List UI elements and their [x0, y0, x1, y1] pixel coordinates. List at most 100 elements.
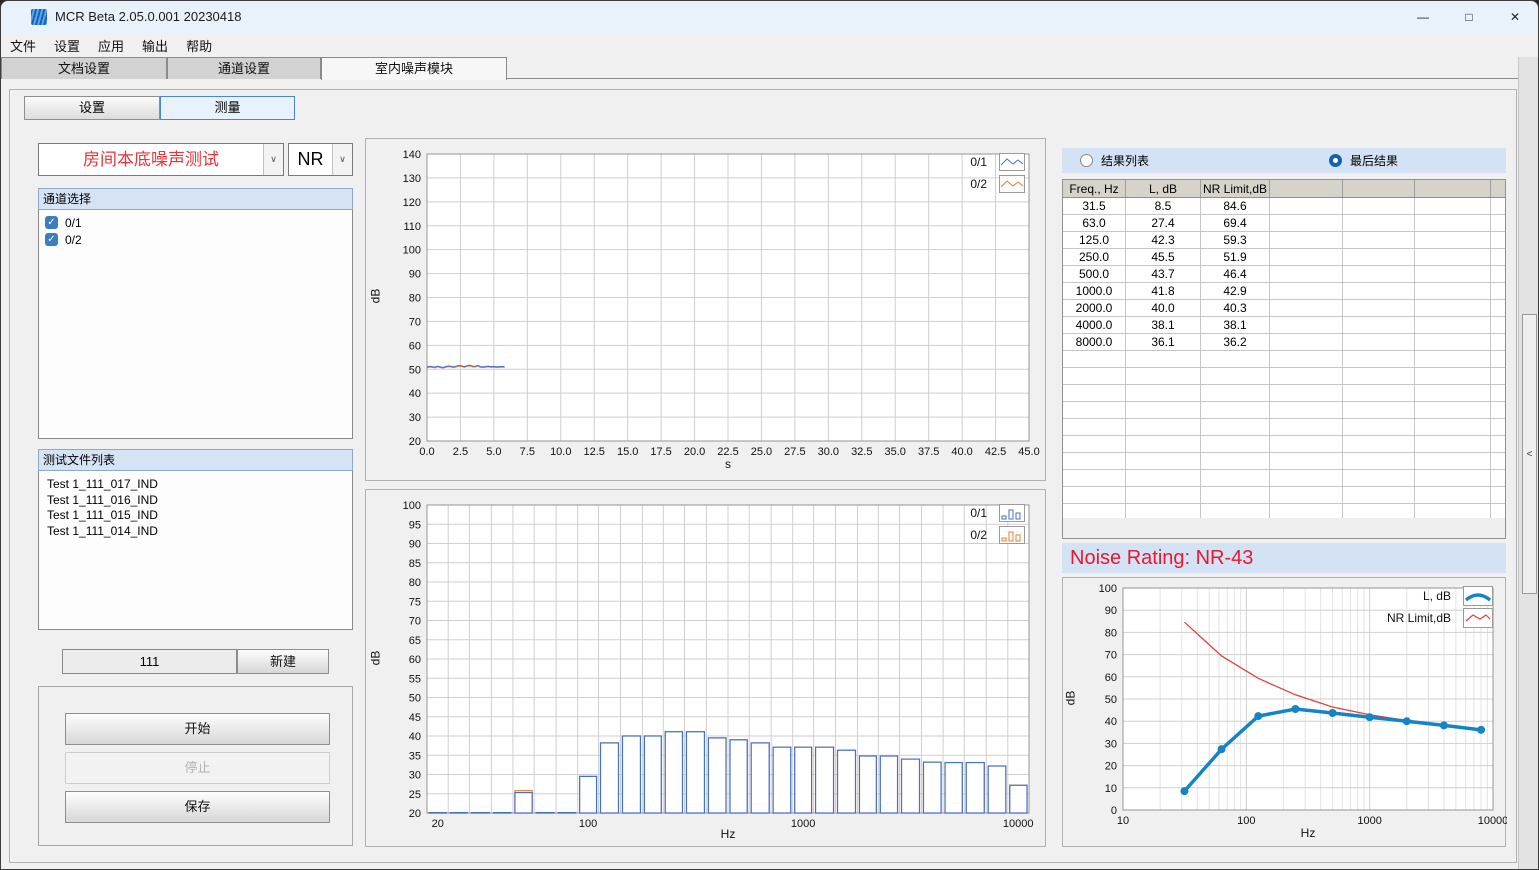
test-file-item[interactable]: Test 1_111_014_IND: [39, 524, 352, 540]
svg-text:70: 70: [409, 616, 421, 628]
table-cell: [1343, 215, 1415, 231]
nr-chart-legend: L, dB NR Limit,dB: [1387, 586, 1493, 627]
table-cell: [1201, 368, 1270, 384]
subtab-settings[interactable]: 设置: [24, 96, 160, 120]
table-cell: 8.5: [1126, 198, 1201, 214]
svg-text:80: 80: [409, 293, 421, 305]
table-row: 4000.038.138.1: [1063, 317, 1505, 334]
table-cell: [1201, 453, 1270, 469]
test-file-item[interactable]: Test 1_111_017_IND: [39, 477, 352, 493]
last-result-radio[interactable]: [1329, 154, 1342, 167]
table-cell: [1491, 317, 1505, 333]
table-cell: [1270, 283, 1343, 299]
table-cell: [1343, 317, 1415, 333]
table-cell: [1126, 402, 1201, 418]
table-cell: [1491, 419, 1505, 435]
bar-series-icon: [999, 504, 1025, 522]
svg-text:85: 85: [409, 558, 421, 570]
svg-text:25: 25: [409, 789, 421, 801]
file-name-input[interactable]: [62, 649, 237, 674]
test-type-select[interactable]: 房间本底噪声测试 ∨: [38, 143, 284, 176]
table-cell: 125.0: [1063, 232, 1126, 248]
table-cell: [1063, 470, 1126, 486]
table-cell: [1491, 385, 1505, 401]
channel-item[interactable]: ✓ 0/2: [39, 231, 352, 248]
svg-text:80: 80: [409, 577, 421, 589]
svg-text:55: 55: [409, 673, 421, 685]
menu-item-4[interactable]: 输出: [133, 33, 177, 58]
table-cell: [1491, 266, 1505, 282]
table-cell: [1270, 351, 1343, 367]
minimize-button[interactable]: —: [1400, 1, 1446, 33]
menu-item-2[interactable]: 设置: [45, 33, 89, 58]
nr-chart-ylabel: dB: [1063, 691, 1077, 706]
table-cell: [1270, 368, 1343, 384]
table-cell: [1415, 368, 1491, 384]
maximize-button[interactable]: □: [1446, 1, 1492, 33]
table-row: 500.043.746.4: [1063, 266, 1505, 283]
thick-line-series-icon: [1463, 586, 1493, 606]
tab-1[interactable]: 文档设置: [1, 57, 167, 79]
results-list-radio[interactable]: [1080, 154, 1093, 167]
rating-type-select[interactable]: NR ∨: [288, 143, 353, 176]
table-cell: 1000.0: [1063, 283, 1126, 299]
table-cell: 38.1: [1126, 317, 1201, 333]
test-file-list[interactable]: Test 1_111_017_INDTest 1_111_016_INDTest…: [38, 471, 353, 630]
chart-canvas: 2025303540455055606570758085909510020100…: [366, 490, 1047, 848]
menu-item-1[interactable]: 文件: [1, 33, 45, 58]
test-type-value: 房间本底噪声测试: [39, 144, 263, 175]
svg-text:90: 90: [1105, 605, 1117, 617]
new-button[interactable]: 新建: [237, 649, 329, 674]
table-cell: [1270, 300, 1343, 316]
collapse-panel-handle[interactable]: <: [1522, 314, 1537, 594]
chevron-down-icon[interactable]: ∨: [263, 144, 283, 175]
table-row: [1063, 487, 1505, 504]
table-cell: [1491, 351, 1505, 367]
table-header-cell: NR Limit,dB: [1201, 180, 1270, 197]
save-button[interactable]: 保存: [65, 791, 330, 823]
window-controls: — □ ✕: [1400, 1, 1538, 33]
start-button[interactable]: 开始: [65, 713, 330, 745]
svg-text:50: 50: [1105, 694, 1117, 706]
channel-label: 0/2: [65, 233, 82, 247]
legend-label: NR Limit,dB: [1387, 611, 1451, 625]
table-cell: [1201, 419, 1270, 435]
table-cell: [1201, 487, 1270, 503]
menu-item-3[interactable]: 应用: [89, 33, 133, 58]
test-file-item[interactable]: Test 1_111_015_IND: [39, 508, 352, 524]
channel-section-header: 通道选择: [38, 188, 353, 210]
chevron-down-icon[interactable]: ∨: [332, 144, 352, 175]
svg-text:100: 100: [403, 500, 421, 512]
app-window: MCR Beta 2.05.0.001 20230418 — □ ✕ 文件设置应…: [0, 0, 1539, 870]
tab-3[interactable]: 室内噪声模块: [321, 57, 507, 80]
table-cell: 42.9: [1201, 283, 1270, 299]
menu-item-5[interactable]: 帮助: [177, 33, 221, 58]
table-cell: [1270, 249, 1343, 265]
table-cell: [1491, 249, 1505, 265]
chevron-left-icon: <: [1527, 449, 1533, 460]
channel-list[interactable]: ✓0/1✓0/2: [38, 210, 353, 439]
subtab-measure[interactable]: 测量: [160, 96, 295, 120]
checkbox-icon[interactable]: ✓: [45, 216, 58, 229]
checkbox-icon[interactable]: ✓: [45, 233, 58, 246]
legend-label: 0/1: [970, 155, 987, 169]
table-row: [1063, 436, 1505, 453]
table-cell: 4000.0: [1063, 317, 1126, 333]
thin-line-series-icon: [1463, 608, 1493, 628]
result-table[interactable]: Freq., HzL, dBNR Limit,dB31.58.584.663.0…: [1062, 179, 1506, 539]
table-cell: [1343, 334, 1415, 350]
table-cell: [1415, 300, 1491, 316]
table-cell: [1126, 351, 1201, 367]
svg-text:30: 30: [409, 412, 421, 424]
channel-item[interactable]: ✓0/1: [39, 214, 352, 231]
spectrum-chart: 2025303540455055606570758085909510020100…: [365, 489, 1046, 847]
svg-text:50: 50: [409, 693, 421, 705]
result-view-toggle: 结果列表 最后结果: [1062, 148, 1506, 173]
table-scroll-track: [1063, 518, 1505, 538]
tab-2[interactable]: 通道设置: [167, 57, 321, 79]
results-list-label: 结果列表: [1101, 152, 1149, 169]
table-cell: [1491, 334, 1505, 350]
test-file-item[interactable]: Test 1_111_016_IND: [39, 493, 352, 509]
close-button[interactable]: ✕: [1492, 1, 1538, 33]
side-panel-strip: <: [1518, 57, 1539, 870]
